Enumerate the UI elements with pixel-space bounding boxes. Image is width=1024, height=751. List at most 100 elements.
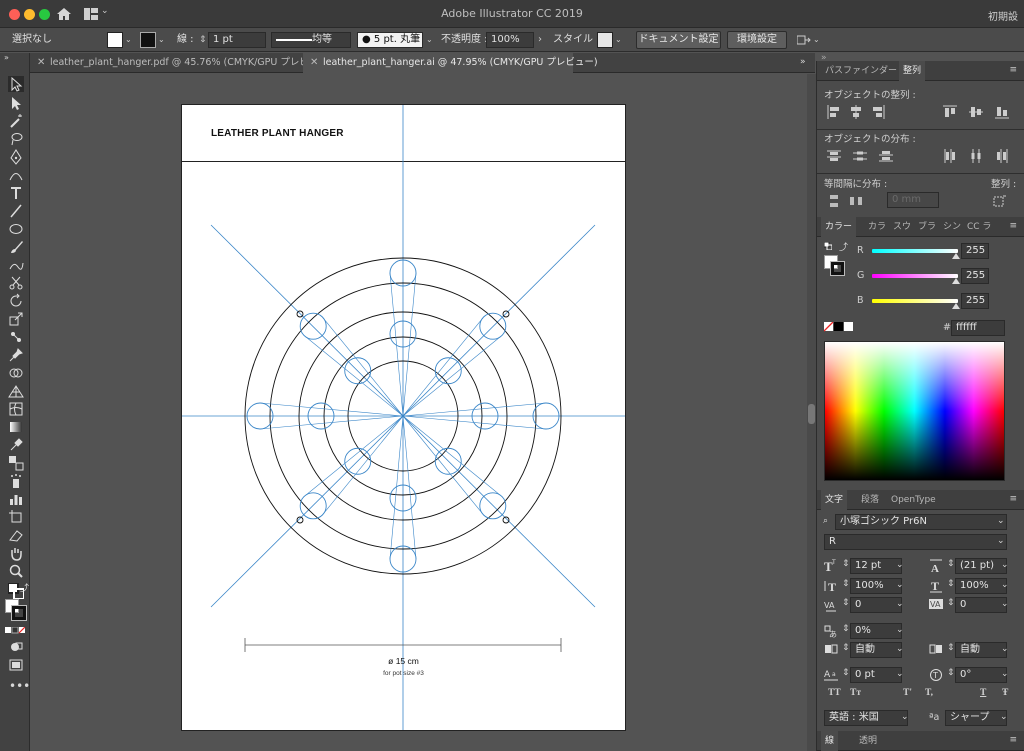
blue-value-field[interactable]: 255 bbox=[961, 293, 989, 309]
blend-tool-icon[interactable] bbox=[8, 455, 24, 471]
stepper-icon[interactable]: ⇕ bbox=[947, 643, 955, 653]
tab-pathfinder[interactable]: パスファインダー bbox=[821, 61, 901, 81]
chevron-down-icon[interactable]: ⌄ bbox=[896, 560, 904, 570]
tab-transparency[interactable]: 透明 bbox=[855, 731, 881, 751]
vertical-scale-field[interactable]: 100% bbox=[850, 578, 902, 594]
scale-tool-icon[interactable] bbox=[8, 311, 24, 327]
stroke-stepper-icon[interactable]: ⇕ bbox=[199, 32, 207, 48]
more-tools-icon[interactable]: ••• bbox=[9, 679, 30, 693]
distribute-vertical-center-icon[interactable] bbox=[853, 149, 867, 163]
canvas-area[interactable]: LEATHER PLANT HANGER ø 15 cm for pot siz… bbox=[31, 74, 807, 751]
scissors-tool-icon[interactable] bbox=[8, 275, 24, 291]
direct-selection-tool-icon[interactable] bbox=[8, 95, 24, 111]
tracking-field[interactable]: 0 bbox=[955, 597, 1007, 613]
symbol-sprayer-tool-icon[interactable] bbox=[8, 473, 24, 489]
chevron-right-icon[interactable]: › bbox=[538, 32, 542, 48]
mesh-tool-icon[interactable] bbox=[8, 401, 24, 417]
artboard-tool-icon[interactable] bbox=[8, 509, 24, 525]
align-vertical-center-icon[interactable] bbox=[969, 105, 983, 119]
color-mode-icons[interactable] bbox=[5, 626, 26, 635]
tab-symbols[interactable]: シン bbox=[939, 217, 965, 237]
red-value-field[interactable]: 255 bbox=[961, 243, 989, 259]
tsume-field[interactable]: 0% bbox=[850, 623, 902, 639]
chevron-down-icon[interactable]: ⌄ bbox=[901, 712, 909, 722]
column-graph-tool-icon[interactable] bbox=[8, 491, 24, 507]
lasso-tool-icon[interactable] bbox=[8, 131, 24, 147]
distribute-vertical-space-icon[interactable] bbox=[827, 194, 841, 208]
panel-menu-icon[interactable]: ≡ bbox=[1009, 735, 1017, 745]
brush-chevron[interactable]: ⌄ bbox=[426, 32, 433, 48]
chevron-down-icon[interactable]: ⌄ bbox=[1001, 560, 1009, 570]
align-top-icon[interactable] bbox=[943, 105, 957, 119]
chevron-down-icon[interactable]: ⌄ bbox=[896, 669, 904, 679]
tab-opentype[interactable]: OpenType bbox=[887, 490, 940, 510]
align-to-selection-icon[interactable] bbox=[993, 194, 1007, 208]
pin-tool-icon[interactable] bbox=[8, 347, 24, 363]
tab-pdf-document[interactable]: ✕ leather_plant_hanger.pdf @ 45.76% (CMY… bbox=[30, 53, 332, 73]
chevron-down-icon[interactable]: ⌄ bbox=[1001, 669, 1009, 679]
distribute-left-icon[interactable] bbox=[943, 149, 957, 163]
fill-swatch[interactable] bbox=[107, 32, 123, 48]
align-bottom-icon[interactable] bbox=[995, 105, 1009, 119]
strikethrough-button[interactable]: Ŧ bbox=[1002, 688, 1008, 698]
blue-slider[interactable] bbox=[872, 299, 958, 303]
all-caps-button[interactable]: TT bbox=[828, 688, 841, 698]
arrange-chevron[interactable]: ⌄ bbox=[813, 32, 820, 48]
horizontal-scale-field[interactable]: 100% bbox=[955, 578, 1007, 594]
chevron-down-icon[interactable]: ⌄ bbox=[997, 516, 1005, 526]
graphic-style-swatch[interactable] bbox=[597, 32, 613, 48]
tab-color-guide[interactable]: カラ bbox=[864, 217, 890, 237]
distribute-bottom-icon[interactable] bbox=[879, 149, 893, 163]
distribute-right-icon[interactable] bbox=[995, 149, 1009, 163]
line-segment-tool-icon[interactable] bbox=[8, 203, 24, 219]
default-colors-icon[interactable] bbox=[7, 582, 25, 600]
chevron-down-icon[interactable]: ⌄ bbox=[896, 644, 904, 654]
shape-builder-tool-icon[interactable] bbox=[8, 365, 24, 381]
rotate-tool-icon[interactable] bbox=[8, 293, 24, 309]
panel-menu-icon[interactable]: ≡ bbox=[1009, 221, 1017, 231]
red-slider[interactable] bbox=[872, 249, 958, 253]
document-setup-button[interactable]: ドキュメント設定 bbox=[636, 31, 721, 49]
ellipse-tool-icon[interactable] bbox=[8, 221, 24, 237]
stepper-icon[interactable]: ⇕ bbox=[947, 598, 955, 608]
chevron-down-icon[interactable]: ⌄ bbox=[1001, 644, 1009, 654]
stroke-dropdown-chevron[interactable]: ⌄ bbox=[158, 32, 165, 48]
zoom-tool-icon[interactable] bbox=[8, 563, 24, 579]
stroke-swatch[interactable] bbox=[140, 32, 156, 48]
puppet-warp-tool-icon[interactable] bbox=[8, 329, 24, 345]
distribute-horizontal-center-icon[interactable] bbox=[969, 149, 983, 163]
scrollbar-thumb[interactable] bbox=[808, 404, 815, 424]
tab-paragraph[interactable]: 段落 bbox=[857, 490, 883, 510]
underline-button[interactable]: T bbox=[980, 688, 986, 698]
tabs-overflow-icon[interactable]: » bbox=[800, 57, 806, 67]
swap-colors-icon[interactable]: ⤴ bbox=[20, 581, 29, 594]
chevron-down-icon[interactable]: ⌄ bbox=[1000, 712, 1008, 722]
align-horizontal-center-icon[interactable] bbox=[849, 105, 863, 119]
chevron-down-icon[interactable]: ⌄ bbox=[997, 536, 1005, 546]
stepper-icon[interactable]: ⇕ bbox=[842, 579, 850, 589]
kerning-field[interactable]: 0 bbox=[850, 597, 902, 613]
character-rotation-field[interactable]: 0° bbox=[955, 667, 1007, 683]
leading-field[interactable]: (21 pt) bbox=[955, 558, 1007, 574]
distribute-horizontal-space-icon[interactable] bbox=[849, 194, 863, 208]
stepper-icon[interactable]: ⇕ bbox=[842, 668, 850, 678]
font-family-field[interactable]: 小塚ゴシック Pr6N bbox=[835, 514, 1007, 530]
perspective-grid-tool-icon[interactable] bbox=[8, 383, 24, 399]
distribute-top-icon[interactable] bbox=[827, 149, 841, 163]
chevron-down-icon[interactable]: ⌄ bbox=[896, 625, 904, 635]
stepper-icon[interactable]: ⇕ bbox=[947, 579, 955, 589]
default-colors-icon[interactable] bbox=[823, 241, 833, 251]
preferences-button[interactable]: 環境設定 bbox=[727, 31, 787, 49]
shaper-tool-icon[interactable] bbox=[8, 257, 24, 273]
screen-mode-icon[interactable] bbox=[8, 657, 24, 673]
brush-definition-dropdown[interactable]: ● 5 pt. 丸筆 bbox=[357, 32, 423, 48]
stroke-color-box[interactable] bbox=[830, 261, 845, 276]
close-tab-icon[interactable]: ✕ bbox=[37, 53, 45, 73]
arrange-icon[interactable] bbox=[796, 34, 811, 46]
red-slider-handle[interactable] bbox=[952, 251, 960, 259]
stepper-icon[interactable]: ⇕ bbox=[842, 598, 850, 608]
color-spectrum[interactable] bbox=[824, 341, 1005, 481]
stroke-weight-field[interactable]: 1 pt bbox=[208, 32, 266, 48]
language-dropdown[interactable]: 英語 : 米国 bbox=[824, 710, 908, 726]
fill-dropdown-chevron[interactable]: ⌄ bbox=[125, 32, 132, 48]
